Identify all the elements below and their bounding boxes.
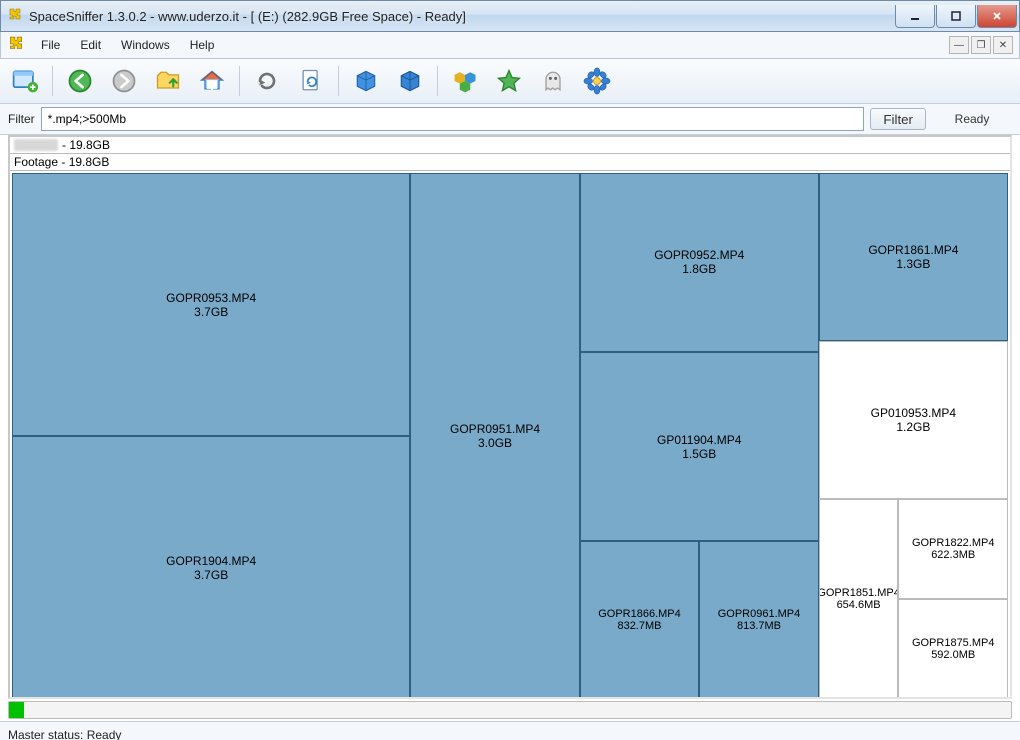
block-name: GOPR0952.MP4 [654,248,744,262]
block-size: 622.3MB [931,549,975,561]
block-name: GP011904.MP4 [657,433,742,447]
menu-file[interactable]: File [31,35,70,55]
block-size: 1.8GB [682,262,716,276]
block-name: GOPR0961.MP4 [718,608,801,620]
block-gopr0961[interactable]: GOPR0961.MP4 813.7MB [699,541,819,699]
block-gopr1861[interactable]: GOPR1861.MP4 1.3GB [819,173,1008,341]
new-window-icon[interactable] [8,64,42,98]
block-name: GOPR1861.MP4 [868,243,958,257]
menu-windows[interactable]: Windows [111,35,180,55]
block-gopr1851[interactable]: GOPR1851.MP4 654.6MB [819,499,899,699]
forward-arrow-icon[interactable] [107,64,141,98]
block-gopr0951[interactable]: GOPR0951.MP4 3.0GB [410,173,579,699]
drive-size: - 19.8GB [62,138,110,152]
drive-row[interactable]: - 19.8GB [10,137,1010,154]
filter-bar: Filter Filter Ready [0,104,1020,135]
maximize-button[interactable] [936,5,976,28]
menubar: File Edit Windows Help — ❐ ✕ [0,32,1020,59]
mdi-buttons: — ❐ ✕ [949,36,1013,54]
drive-name-obscured [14,139,58,151]
block-gp010953[interactable]: GP010953.MP4 1.2GB [819,341,1008,499]
mdi-close-button[interactable]: ✕ [993,36,1013,54]
treemap-panel: - 19.8GB Footage - 19.8GB GOPR0953.MP4 3… [8,135,1012,699]
block-size: 3.0GB [478,436,512,450]
puzzle-icon [7,8,23,24]
status-text: Master status: Ready [8,728,121,740]
flower-icon[interactable] [580,64,614,98]
blue-box-icon[interactable] [349,64,383,98]
block-gopr0953[interactable]: GOPR0953.MP4 3.7GB [12,173,410,436]
close-button[interactable] [977,5,1017,28]
block-name: GP010953.MP4 [871,406,956,420]
block-name: GOPR1866.MP4 [598,608,681,620]
color-blocks-icon[interactable] [448,64,482,98]
block-gopr1875[interactable]: GOPR1875.MP4 592.0MB [898,599,1008,699]
refresh-icon[interactable] [250,64,284,98]
block-name: GOPR1904.MP4 [166,554,256,568]
block-gopr1822[interactable]: GOPR1822.MP4 622.3MB [898,499,1008,599]
refresh-file-icon[interactable] [294,64,328,98]
block-gopr0952[interactable]: GOPR0952.MP4 1.8GB [580,173,819,352]
puzzle-icon [7,36,25,54]
statusbar: Master status: Ready [0,721,1020,740]
window-title: SpaceSniffer 1.3.0.2 - www.uderzo.it - [… [29,9,894,24]
folder-row[interactable]: Footage - 19.8GB [10,154,1010,171]
block-size: 832.7MB [617,620,661,632]
folder-up-icon[interactable] [151,64,185,98]
block-size: 3.7GB [194,305,228,319]
window-buttons [894,5,1017,27]
progress-fill [9,702,24,718]
blue-box-alt-icon[interactable] [393,64,427,98]
progress-strip [0,699,1020,721]
block-name: GOPR1875.MP4 [912,637,995,649]
folder-label: Footage - 19.8GB [14,155,109,169]
block-size: 654.6MB [837,599,881,611]
block-name: GOPR1822.MP4 [912,537,995,549]
filter-button[interactable]: Filter [870,108,926,130]
block-name: GOPR0953.MP4 [166,291,256,305]
block-gp011904[interactable]: GP011904.MP4 1.5GB [580,352,819,541]
home-icon[interactable] [195,64,229,98]
block-size: 3.7GB [194,568,228,582]
menu-help[interactable]: Help [180,35,225,55]
star-icon[interactable] [492,64,526,98]
menu-edit[interactable]: Edit [70,35,111,55]
minimize-button[interactable] [895,5,935,28]
treemap: GOPR0953.MP4 3.7GB GOPR1904.MP4 3.7GB GO… [12,173,1008,699]
filter-label: Filter [8,112,35,126]
block-size: 592.0MB [931,649,975,661]
ghost-icon[interactable] [536,64,570,98]
toolbar [0,59,1020,104]
progress-bar [8,701,1012,719]
filter-status: Ready [932,112,1012,126]
block-size: 813.7MB [737,620,781,632]
titlebar: SpaceSniffer 1.3.0.2 - www.uderzo.it - [… [0,0,1020,32]
mdi-minimize-button[interactable]: — [949,36,969,54]
block-gopr1904[interactable]: GOPR1904.MP4 3.7GB [12,436,410,699]
block-size: 1.2GB [896,420,930,434]
block-name: GOPR1851.MP4 [819,587,899,599]
block-name: GOPR0951.MP4 [450,422,540,436]
back-arrow-icon[interactable] [63,64,97,98]
filter-input[interactable] [41,107,865,131]
mdi-restore-button[interactable]: ❐ [971,36,991,54]
block-size: 1.3GB [896,257,930,271]
block-gopr1866[interactable]: GOPR1866.MP4 832.7MB [580,541,700,699]
block-size: 1.5GB [682,447,716,461]
